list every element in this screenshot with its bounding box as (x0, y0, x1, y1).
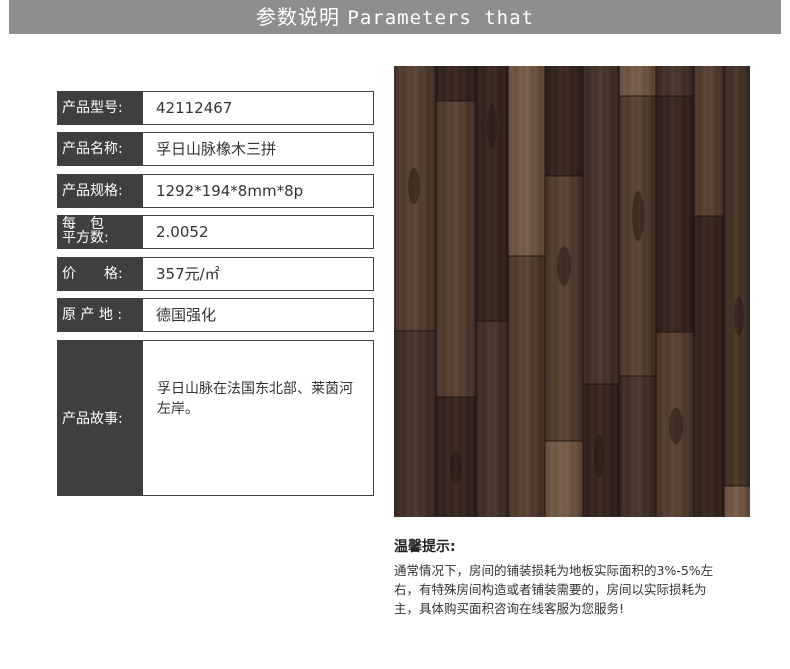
param-row-area: 每包 平方数: 2.0052 (57, 215, 374, 249)
param-row-name: 产品名称: 孚日山脉橡木三拼 (57, 132, 374, 166)
header-title-en: Parameters that (347, 7, 534, 29)
tips-body: 通常情况下，房间的铺装损耗为地板实际面积的3%-5%左右，有特殊房间构造或者铺装… (394, 563, 714, 616)
param-value-name: 孚日山脉橡木三拼 (143, 132, 374, 166)
product-image-wood-floor (394, 66, 750, 517)
param-label-model: 产品型号: (57, 91, 143, 125)
param-label-area: 每包 平方数: (57, 215, 143, 249)
param-row-story: 产品故事: 孚日山脉在法国东北部、莱茵河左岸。 (57, 340, 374, 496)
param-value-model: 42112467 (143, 91, 374, 125)
param-value-origin: 德国强化 (143, 298, 374, 332)
param-label-price: 价 格: (57, 257, 143, 291)
param-label-area-line1: 每包 (62, 216, 118, 232)
param-value-price: 357元/㎡ (143, 257, 374, 291)
param-label-spec: 产品规格: (57, 174, 143, 208)
param-row-origin: 原 产 地 : 德国强化 (57, 298, 374, 332)
param-row-spec: 产品规格: 1292*194*8mm*8p (57, 174, 374, 208)
param-label-area-line2: 平方数: (62, 230, 109, 246)
tips-section: 温馨提示: 通常情况下，房间的铺装损耗为地板实际面积的3%-5%左右，有特殊房间… (394, 536, 714, 618)
tips-title: 温馨提示: (394, 539, 456, 555)
header-title-cn: 参数说明 (256, 5, 341, 29)
param-value-story: 孚日山脉在法国东北部、莱茵河左岸。 (143, 340, 374, 496)
param-row-price: 价 格: 357元/㎡ (57, 257, 374, 291)
header-banner: 参数说明 Parameters that (9, 0, 781, 34)
param-value-spec: 1292*194*8mm*8p (143, 174, 374, 208)
param-row-model: 产品型号: 42112467 (57, 91, 374, 125)
param-value-area: 2.0052 (143, 215, 374, 249)
param-label-origin: 原 产 地 : (57, 298, 143, 332)
param-label-story: 产品故事: (57, 340, 143, 496)
param-label-name: 产品名称: (57, 132, 143, 166)
